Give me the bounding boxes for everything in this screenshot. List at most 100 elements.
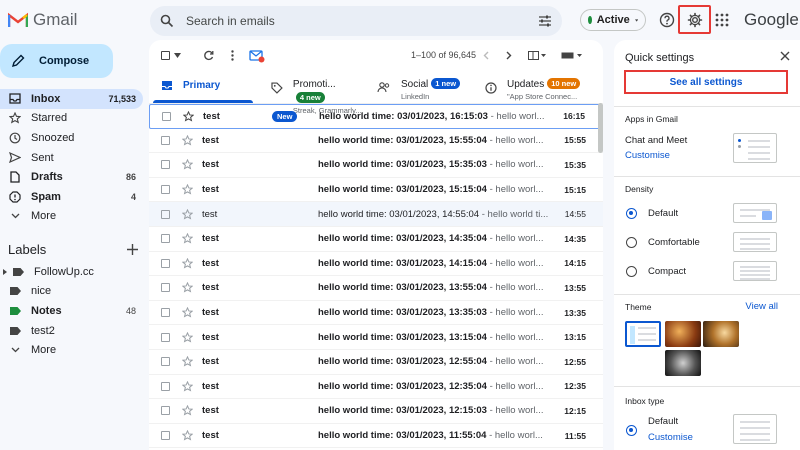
- sidebar-item-starred[interactable]: Starred: [0, 109, 143, 129]
- see-all-settings-button[interactable]: See all settings: [624, 70, 788, 94]
- refresh-icon[interactable]: [203, 50, 214, 61]
- star-icon[interactable]: [181, 405, 193, 416]
- email-row[interactable]: test New hello world time: 03/01/2023, 16:…: [149, 104, 603, 129]
- tab-updates[interactable]: Updates 10 new "App Store Connec...: [481, 70, 601, 103]
- inbox-icon: [9, 93, 21, 104]
- email-row[interactable]: test hello world time: 03/01/2023, 14:15:…: [149, 252, 603, 277]
- email-row[interactable]: test hello world time: 03/01/2023, 11:55:…: [149, 424, 603, 449]
- star-icon[interactable]: [181, 208, 193, 220]
- star-icon[interactable]: [181, 356, 193, 367]
- gmail-logo[interactable]: Gmail: [8, 10, 77, 30]
- caret-down-icon: [634, 18, 638, 22]
- email-row[interactable]: test hello world time: 03/01/2023, 12:35:…: [149, 375, 603, 400]
- theme-thumbnail[interactable]: [665, 350, 701, 376]
- row-checkbox[interactable]: [161, 357, 170, 367]
- sidebar-item-more[interactable]: More: [0, 207, 143, 227]
- row-checkbox[interactable]: [161, 332, 170, 342]
- email-row[interactable]: test hello world time: 03/01/2023, 12:15:…: [149, 399, 603, 424]
- row-checkbox[interactable]: [161, 406, 170, 416]
- email-row[interactable]: test hello world time: 03/01/2023, 13:55:…: [149, 276, 603, 301]
- search-bar[interactable]: Search in emails: [150, 6, 562, 36]
- star-icon[interactable]: [181, 134, 193, 146]
- filter-options-icon[interactable]: [538, 15, 552, 27]
- prev-page-icon[interactable]: [483, 51, 489, 60]
- star-icon[interactable]: [181, 184, 193, 195]
- row-checkbox[interactable]: [161, 209, 170, 219]
- row-checkbox[interactable]: [161, 234, 170, 244]
- density-comfortable-radio[interactable]: [626, 237, 637, 248]
- star-icon[interactable]: [181, 257, 193, 269]
- email-subject: hello world time: 03/01/2023, 14:15:04: [318, 257, 487, 269]
- email-row[interactable]: test hello world time: 03/01/2023, 15:55:…: [149, 129, 603, 154]
- star-icon[interactable]: [181, 380, 193, 392]
- split-pane-icon[interactable]: [528, 50, 546, 60]
- mail-list-scrollbar[interactable]: [598, 103, 603, 153]
- caret-right-icon[interactable]: [3, 266, 9, 278]
- sidebar-item-inbox[interactable]: Inbox 71,533: [0, 89, 143, 109]
- density-default-radio[interactable]: [626, 208, 637, 219]
- star-icon[interactable]: [181, 159, 193, 171]
- theme-view-all-link[interactable]: View all: [745, 301, 778, 312]
- google-account-logo[interactable]: Google: [744, 10, 799, 30]
- label-item-nice[interactable]: nice: [0, 282, 143, 302]
- tab-promotions[interactable]: Promoti...4 new Streak, Grammarly....: [257, 70, 367, 115]
- status-selector[interactable]: Active: [580, 9, 646, 31]
- email-row[interactable]: test hello world time: 03/01/2023, 15:15:…: [149, 178, 603, 203]
- labels-more[interactable]: More: [0, 340, 143, 360]
- row-checkbox[interactable]: [161, 308, 170, 318]
- scheduled-mail-icon[interactable]: [249, 48, 265, 63]
- input-tools-icon[interactable]: [561, 51, 583, 60]
- inbox-type-customise-link[interactable]: Customise: [648, 432, 693, 443]
- chat-meet-customise-link[interactable]: Customise: [625, 150, 670, 161]
- row-checkbox[interactable]: [161, 381, 170, 391]
- more-vert-icon[interactable]: [231, 49, 234, 61]
- sidebar-item-drafts[interactable]: Drafts 86: [0, 167, 143, 187]
- inbox-type-preview: [733, 414, 777, 444]
- label-item-notes[interactable]: Notes 48: [0, 301, 143, 321]
- row-checkbox[interactable]: [161, 160, 170, 170]
- select-all-checkbox[interactable]: [161, 50, 170, 60]
- compose-button[interactable]: Compose: [0, 44, 113, 78]
- star-icon[interactable]: [181, 430, 193, 441]
- row-checkbox[interactable]: [161, 258, 170, 268]
- email-row[interactable]: test hello world time: 03/01/2023, 12:55:…: [149, 350, 603, 375]
- density-compact-radio[interactable]: [626, 266, 637, 277]
- settings-button[interactable]: [678, 5, 711, 34]
- star-icon[interactable]: [181, 307, 193, 318]
- row-checkbox[interactable]: [161, 135, 170, 145]
- add-label-icon[interactable]: [127, 244, 138, 255]
- apps-grid-icon[interactable]: [712, 10, 732, 30]
- sidebar-item-sent[interactable]: Sent: [0, 148, 143, 168]
- tab-primary[interactable]: Primary: [149, 70, 257, 103]
- star-icon[interactable]: [181, 331, 193, 343]
- next-page-icon[interactable]: [506, 51, 512, 60]
- sidebar-item-snoozed[interactable]: Snoozed: [0, 128, 143, 148]
- theme-default-thumbnail[interactable]: [625, 321, 661, 347]
- chevron-down-icon: [9, 347, 21, 353]
- pencil-icon: [11, 54, 25, 68]
- row-checkbox[interactable]: [162, 111, 171, 121]
- email-row[interactable]: test hello world time: 03/01/2023, 13:15:…: [149, 325, 603, 350]
- row-checkbox[interactable]: [161, 185, 170, 195]
- row-checkbox[interactable]: [161, 431, 170, 441]
- caret-down-icon[interactable]: [174, 52, 181, 58]
- star-icon[interactable]: [181, 233, 193, 244]
- label-item-followup[interactable]: FollowUp.cc: [0, 262, 143, 282]
- email-row[interactable]: test hello world time: 03/01/2023, 13:35:…: [149, 301, 603, 326]
- theme-thumbnail[interactable]: [703, 321, 739, 347]
- email-row[interactable]: test hello world time: 03/01/2023, 14:55:…: [149, 202, 603, 227]
- inbox-type-default-radio[interactable]: [626, 425, 637, 436]
- close-icon[interactable]: [780, 51, 790, 61]
- row-checkbox[interactable]: [161, 283, 170, 293]
- help-icon[interactable]: [657, 10, 677, 30]
- label-item-test2[interactable]: test2: [0, 321, 143, 341]
- search-input[interactable]: Search in emails: [186, 14, 538, 28]
- tab-social[interactable]: Social 1 new LinkedIn: [367, 70, 481, 103]
- theme-thumbnail[interactable]: [665, 321, 701, 347]
- email-row[interactable]: test hello world time: 03/01/2023, 15:35:…: [149, 153, 603, 178]
- email-row[interactable]: test hello world time: 03/01/2023, 14:35:…: [149, 227, 603, 252]
- search-icon[interactable]: [160, 14, 174, 28]
- star-icon[interactable]: [181, 282, 193, 294]
- star-icon[interactable]: [182, 110, 194, 122]
- sidebar-item-spam[interactable]: Spam 4: [0, 187, 143, 207]
